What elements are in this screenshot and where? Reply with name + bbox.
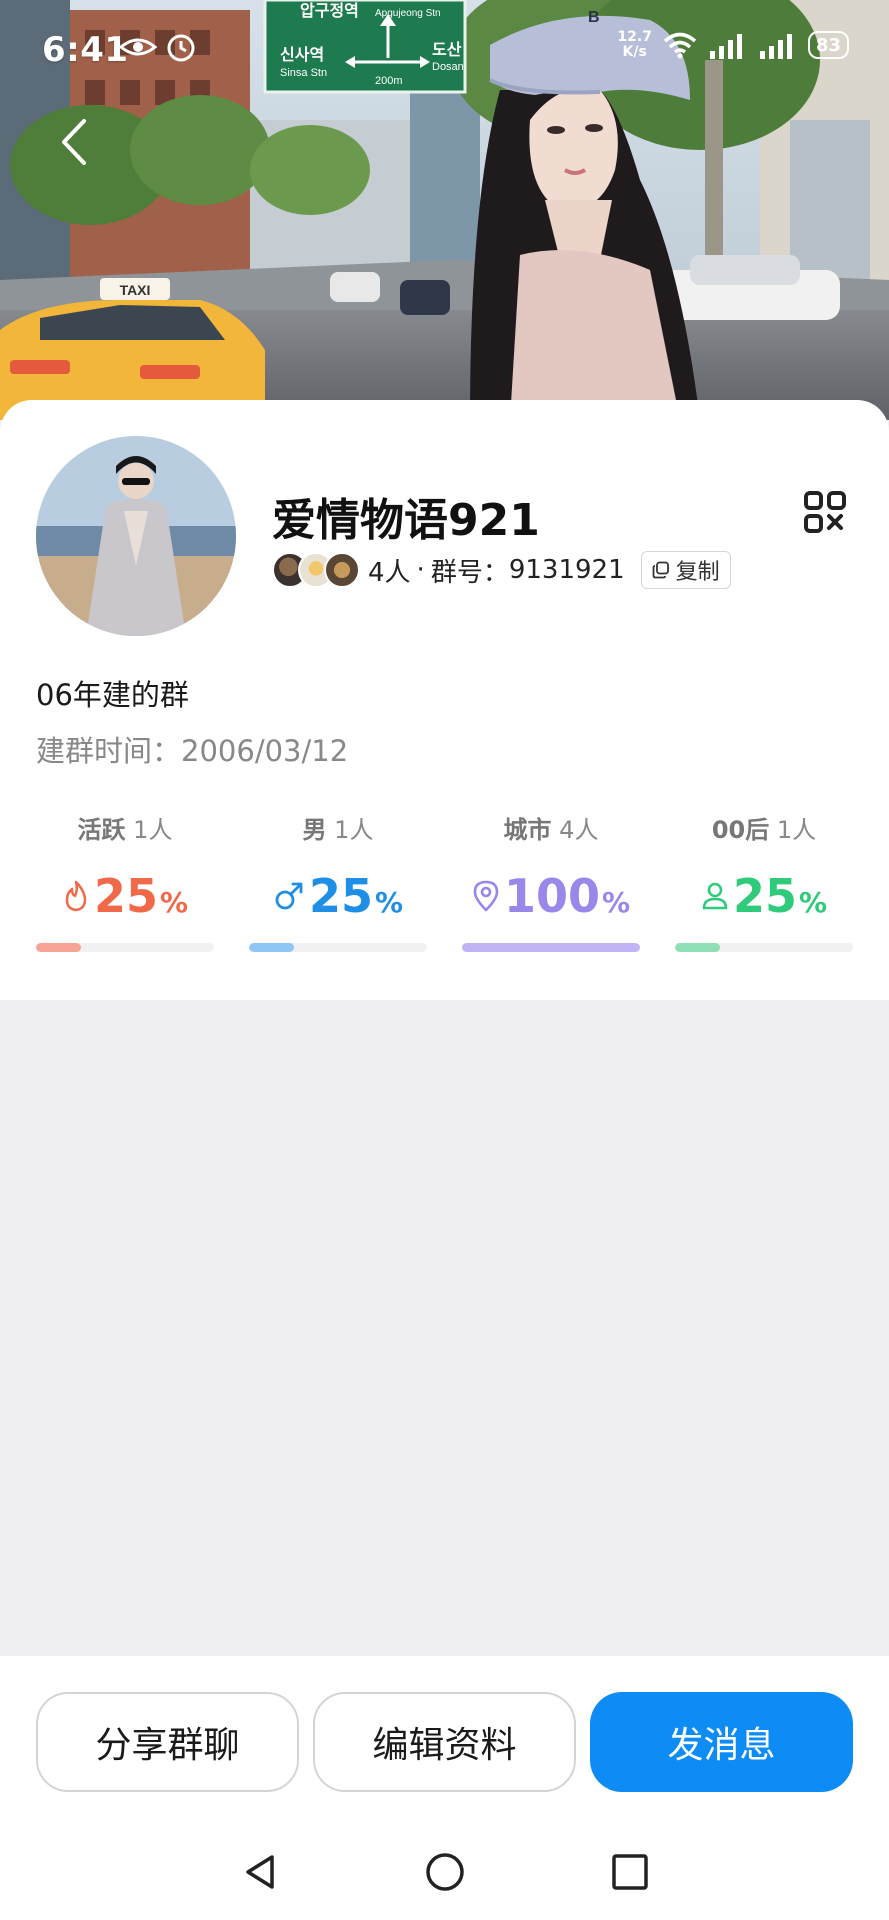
group-profile-card: 爱情物语921 4人 · 群号： 9131921 复制 06年建的群 建群时间：… <box>0 400 889 1000</box>
stat-post00: 00后 1人 25% <box>675 810 853 952</box>
signal-icon-sim2 <box>759 34 792 59</box>
group-id-value: 9131921 <box>508 555 625 585</box>
stat-progress-bar <box>249 943 427 952</box>
created-label: 建群时间： <box>36 734 182 768</box>
alarm-icon <box>167 34 195 62</box>
stat-progress-fill <box>675 943 720 952</box>
system-nav-bar <box>0 1842 889 1920</box>
stat-number: 25 <box>93 869 158 923</box>
stat-name: 男 <box>302 816 327 844</box>
stat-value: 25% <box>675 869 853 923</box>
bottom-action-bar: 分享群聊 编辑资料 发消息 <box>0 1656 889 1920</box>
eye-icon <box>118 38 158 56</box>
stat-unit: % <box>798 886 828 919</box>
group-description: 06年建的群 <box>36 678 189 712</box>
chevron-left-icon <box>62 119 86 165</box>
flame-icon <box>62 880 90 912</box>
stat-progress-bar <box>462 943 640 952</box>
group-stats: 活跃 1人 25% 男 1人 25 % 城市 4人 100 % 00后 1人 2… <box>0 810 889 960</box>
stat-label: 城市 4人 <box>462 810 640 845</box>
status-bar: 6:41 12.7 K/s 83 <box>0 0 889 100</box>
member-avatar <box>324 552 360 588</box>
created-date: 2006/03/12 <box>181 734 349 768</box>
nav-home-button[interactable] <box>415 1842 475 1902</box>
group-avatar-image <box>36 436 236 636</box>
stat-value: 100% <box>462 869 640 923</box>
share-group-button[interactable]: 分享群聊 <box>36 1692 299 1792</box>
stat-count: 1人 <box>776 816 817 844</box>
qr-code-button[interactable] <box>803 490 847 534</box>
stat-name: 城市 <box>503 816 552 844</box>
group-created-row: 建群时间：2006/03/12 <box>36 728 348 770</box>
status-right-icons: 12.7 K/s 83 <box>617 30 849 60</box>
status-left-icons <box>118 30 198 64</box>
stat-label: 00后 1人 <box>675 810 853 845</box>
square-recents-icon <box>612 1854 648 1890</box>
stat-progress-fill <box>36 943 81 952</box>
nav-recents-button[interactable] <box>600 1842 660 1902</box>
male-icon <box>273 880 305 912</box>
edit-profile-button[interactable]: 编辑资料 <box>313 1692 576 1792</box>
cover-banner: TAXI 압구정역 Apgujeong Stn 신사역 Sinsa Stn 도산… <box>0 0 889 420</box>
group-id-label: 群号： <box>430 557 509 588</box>
group-meta-row: 4人 · 群号： 9131921 复制 <box>272 550 731 590</box>
stat-unit: % <box>159 886 189 919</box>
stat-unit: % <box>374 886 404 919</box>
group-avatar[interactable] <box>36 436 236 636</box>
stat-progress-fill <box>249 943 294 952</box>
stat-name: 00后 <box>711 816 770 844</box>
stat-value: 25% <box>36 869 214 923</box>
wifi-icon <box>663 32 697 59</box>
network-speed: 12.7 K/s <box>617 30 652 60</box>
person-icon <box>701 881 729 911</box>
stat-number: 100 <box>503 869 600 923</box>
stat-active: 活跃 1人 25% <box>36 810 214 952</box>
battery-indicator: 83 <box>807 31 849 59</box>
status-time: 6:41 <box>42 30 129 70</box>
stat-progress-bar <box>675 943 853 952</box>
back-button[interactable] <box>50 112 98 172</box>
member-count: 4人 <box>368 557 411 588</box>
send-message-button[interactable]: 发消息 <box>590 1692 853 1792</box>
qr-code-icon <box>804 491 846 533</box>
meta-separator: · <box>416 555 425 585</box>
stat-label: 男 1人 <box>249 810 427 845</box>
stat-number: 25 <box>732 869 797 923</box>
member-avatars[interactable] <box>272 552 360 588</box>
battery-level: 83 <box>815 34 841 56</box>
network-speed-value: 12.7 <box>617 29 652 45</box>
stat-male: 男 1人 25% <box>249 810 427 952</box>
copy-icon <box>652 561 669 579</box>
stat-progress-bar <box>36 943 214 952</box>
stat-name: 活跃 <box>77 816 126 844</box>
nav-back-button[interactable] <box>230 1842 290 1902</box>
stat-label: 活跃 1人 <box>36 810 214 845</box>
stat-city: 城市 4人 100% <box>462 810 640 952</box>
circle-home-icon <box>426 1853 464 1891</box>
stat-count: 1人 <box>334 816 374 844</box>
send-message-label: 发消息 <box>667 1725 776 1766</box>
taxi-label: TAXI <box>120 282 151 298</box>
stat-count: 1人 <box>133 816 173 844</box>
edit-profile-label: 编辑资料 <box>372 1725 517 1766</box>
stat-unit: % <box>601 886 631 919</box>
stat-value: 25% <box>249 869 427 923</box>
group-name: 爱情物语921 <box>272 495 540 546</box>
stat-count: 4人 <box>559 816 599 844</box>
copy-group-id-button[interactable]: 复制 <box>640 551 731 589</box>
network-speed-unit: K/s <box>622 44 647 60</box>
signal-icon-sim1 <box>709 34 742 59</box>
location-pin-icon <box>472 879 500 913</box>
share-group-label: 分享群聊 <box>95 1725 240 1766</box>
stat-number: 25 <box>308 869 373 923</box>
stat-progress-fill <box>462 943 640 952</box>
triangle-back-icon <box>246 1855 274 1889</box>
copy-label: 复制 <box>675 560 720 585</box>
